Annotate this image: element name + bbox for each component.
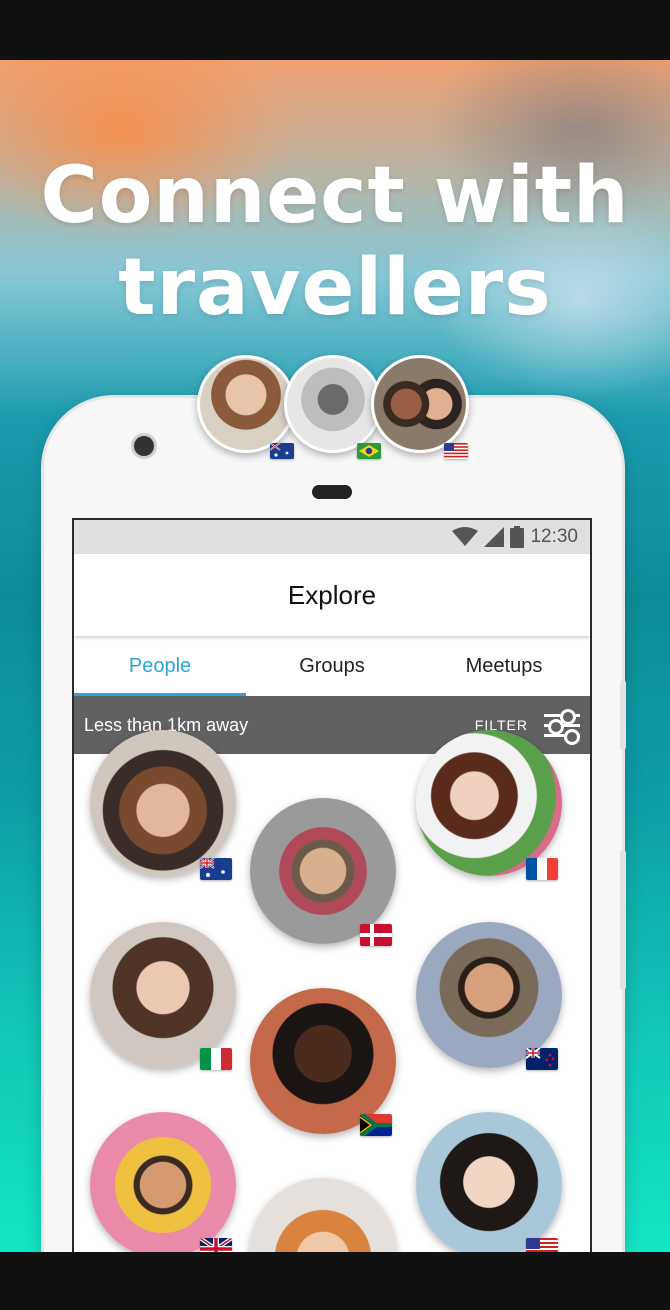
- power-button: [620, 850, 626, 990]
- people-grid: [74, 730, 590, 1252]
- tab-bar: People Groups Meetups: [74, 636, 590, 696]
- status-time: 12:30: [530, 526, 578, 547]
- filter-sliders-icon[interactable]: [544, 709, 580, 745]
- app-screen: 12:30 Explore People Groups Meetups Less…: [72, 518, 592, 1252]
- wifi-icon: [452, 527, 479, 546]
- person-avatar[interactable]: [250, 1178, 396, 1252]
- signal-icon: [484, 527, 505, 547]
- person-avatar[interactable]: [416, 1112, 562, 1252]
- uk-flag-icon: [200, 1238, 232, 1252]
- headline-line-1: Connect with: [40, 151, 630, 241]
- avatar[interactable]: [284, 355, 382, 453]
- app-bar: Explore: [74, 554, 590, 636]
- top-black-bar: [0, 0, 670, 60]
- new-zealand-flag-icon: [526, 1048, 558, 1070]
- australia-flag-icon: [200, 858, 232, 880]
- usa-flag-icon: [444, 443, 468, 459]
- person-avatar[interactable]: [416, 730, 562, 876]
- bottom-black-bar: [0, 1252, 670, 1310]
- south-africa-flag-icon: [360, 1114, 392, 1136]
- avatar[interactable]: [371, 355, 469, 453]
- denmark-flag-icon: [360, 924, 392, 946]
- tab-people[interactable]: People: [74, 636, 246, 696]
- person-avatar[interactable]: [250, 988, 396, 1134]
- front-camera: [134, 436, 154, 456]
- france-flag-icon: [526, 858, 558, 880]
- battery-icon: [510, 526, 525, 548]
- avatar[interactable]: [197, 355, 295, 453]
- headline-line-2: travellers: [118, 243, 552, 333]
- person-avatar[interactable]: [90, 922, 236, 1068]
- person-avatar[interactable]: [90, 730, 236, 876]
- italy-flag-icon: [200, 1048, 232, 1070]
- volume-button: [620, 680, 626, 750]
- earpiece-speaker: [312, 485, 352, 499]
- page-title: Explore: [287, 579, 377, 610]
- tab-groups[interactable]: Groups: [246, 636, 418, 696]
- tab-meetups[interactable]: Meetups: [418, 636, 590, 696]
- person-avatar[interactable]: [416, 922, 562, 1068]
- brazil-flag-icon: [357, 443, 381, 459]
- headline: Connect with travellers: [0, 150, 670, 334]
- usa-flag-icon: [526, 1238, 558, 1252]
- person-avatar[interactable]: [250, 798, 396, 944]
- status-bar: 12:30: [74, 520, 590, 554]
- australia-flag-icon: [270, 443, 294, 459]
- person-avatar[interactable]: [90, 1112, 236, 1252]
